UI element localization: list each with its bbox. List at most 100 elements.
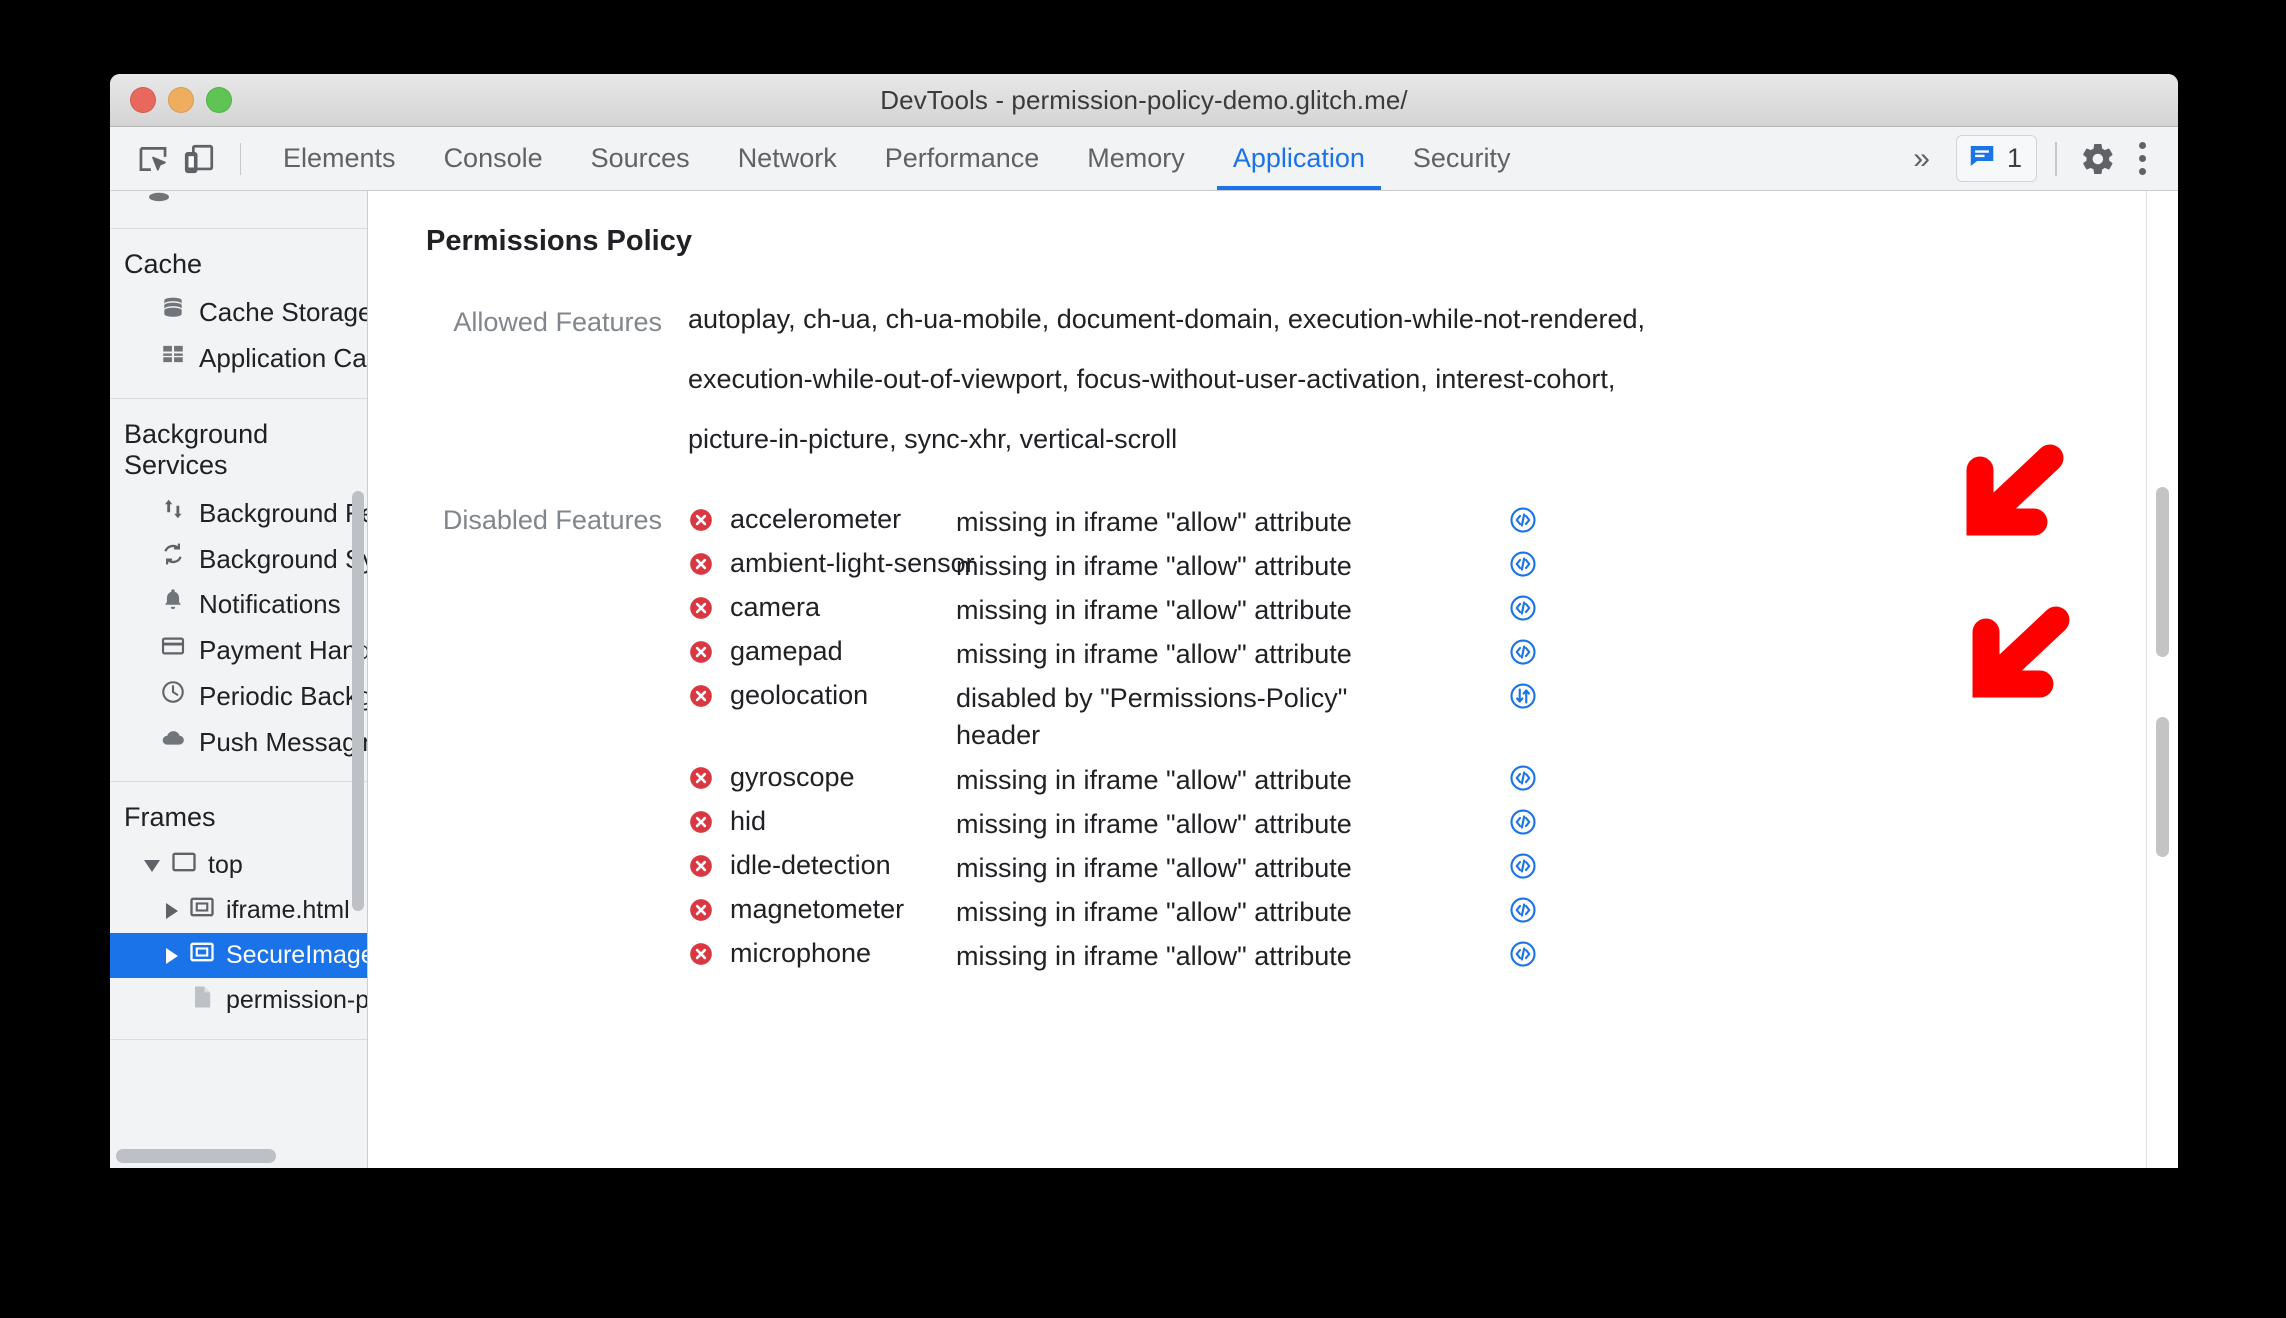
code-icon[interactable] (1508, 938, 1538, 974)
tab-performance[interactable]: Performance (861, 127, 1064, 190)
tab-security[interactable]: Security (1389, 127, 1535, 190)
frame-tree-item-iframe-html[interactable]: iframe.html (110, 888, 367, 933)
inspect-element-icon[interactable] (130, 136, 176, 182)
tab-memory[interactable]: Memory (1063, 127, 1209, 190)
chevron-right-icon[interactable] (166, 947, 178, 964)
code-icon[interactable] (1508, 806, 1538, 842)
database-icon (160, 295, 186, 331)
message-icon (1967, 141, 1997, 176)
error-circle-icon (688, 507, 714, 533)
more-tabs-icon[interactable]: » (1899, 142, 1940, 176)
sidebar-item-cache-storage[interactable]: Cache Storage (110, 290, 367, 336)
feature-name: accelerometer (730, 504, 902, 534)
table-row: geolocation disabled by "Permissions-Pol… (688, 680, 1538, 762)
code-icon[interactable] (1508, 636, 1538, 672)
table-row: ambient-light-sensor missing in iframe "… (688, 548, 1538, 592)
panel-tabs: Elements Console Sources Network Perform… (259, 127, 1534, 190)
sidebar-group-cache: Cache Cache Storage Application Ca (110, 229, 367, 399)
allowed-features-label: Allowed Features (453, 307, 662, 337)
frame-label: iframe.html (226, 896, 350, 924)
sidebar-item-application-cache[interactable]: Application Cache (110, 336, 367, 382)
tab-network[interactable]: Network (714, 127, 861, 190)
feature-name-cell: geolocation (688, 680, 956, 711)
error-circle-icon (688, 809, 714, 835)
frame-tree-item-top[interactable]: top (110, 843, 367, 888)
device-toolbar-icon[interactable] (176, 136, 222, 182)
error-circle-icon (688, 765, 714, 791)
feature-name: magnetometer (730, 894, 905, 924)
error-circle-icon (688, 683, 714, 709)
toolbar-divider-2 (2055, 141, 2057, 176)
toolbar-divider (240, 142, 241, 175)
network-header-icon[interactable] (1508, 680, 1538, 716)
feature-reason: missing in iframe "allow" attribute (956, 897, 1352, 927)
sidebar-item-background-sync[interactable]: Background Sync (110, 536, 367, 582)
sidebar-item-label: Background Fetch (199, 497, 367, 528)
code-icon[interactable] (1508, 548, 1538, 584)
chevron-down-icon[interactable] (144, 859, 160, 872)
feature-name: ambient-light-sensor (730, 548, 975, 578)
sidebar-group-background-services: Background Services Background Fetch (110, 399, 367, 782)
frame-tree-item-secureimage[interactable]: SecureImage (110, 933, 367, 978)
panel-vertical-scrollbar[interactable] (2156, 487, 2169, 657)
table-row: idle-detection missing in iframe "allow"… (688, 850, 1538, 894)
feature-name-cell: ambient-light-sensor (688, 548, 975, 579)
frame-tree-item-permission-policy[interactable]: permission-policy (110, 978, 367, 1023)
sidebar-item-periodic-background-sync[interactable]: Periodic Backgroun (110, 674, 367, 720)
sidebar-item-label: Payment Handler (199, 635, 367, 666)
tab-elements[interactable]: Elements (259, 127, 420, 190)
error-circle-icon (688, 595, 714, 621)
sidebar-item-label: Push Messaging (199, 726, 367, 757)
feature-name-cell: camera (688, 592, 956, 623)
table-row: accelerometer missing in iframe "allow" … (688, 504, 1538, 548)
error-circle-icon (688, 941, 714, 967)
feature-reason: disabled by "Permissions-Policy" header (956, 683, 1348, 751)
code-icon[interactable] (1508, 850, 1538, 886)
sidebar-item-push-messaging[interactable]: Push Messaging (110, 719, 367, 765)
grid-icon (160, 341, 186, 377)
sync-icon (160, 541, 186, 577)
tab-console[interactable]: Console (420, 127, 567, 190)
panel-vertical-scrollbar-secondary[interactable] (2156, 717, 2169, 857)
sidebar-vertical-scrollbar[interactable] (352, 491, 364, 911)
sidebar-horizontal-scrollbar[interactable] (116, 1149, 276, 1163)
sidebar-group-header: Frames (124, 802, 216, 832)
kebab-menu-icon[interactable] (2127, 142, 2162, 175)
tab-application[interactable]: Application (1209, 127, 1389, 190)
cloud-icon (160, 724, 186, 760)
feature-name-cell: magnetometer (688, 894, 956, 925)
sidebar-scroll-area[interactable]: Cache Cache Storage Application Ca Backg… (110, 191, 367, 1144)
feature-name: gyroscope (730, 762, 855, 792)
sidebar-item-background-fetch[interactable]: Background Fetch (110, 491, 367, 537)
error-circle-icon (688, 853, 714, 879)
feature-reason: missing in iframe "allow" attribute (956, 809, 1352, 839)
code-icon[interactable] (1508, 894, 1538, 930)
feature-reason: missing in iframe "allow" attribute (956, 765, 1352, 795)
feature-name-cell: accelerometer (688, 504, 956, 535)
credit-card-icon (160, 633, 186, 669)
table-row: camera missing in iframe "allow" attribu… (688, 592, 1538, 636)
gear-icon[interactable] (2075, 136, 2121, 182)
code-icon[interactable] (1508, 762, 1538, 798)
table-row: magnetometer missing in iframe "allow" a… (688, 894, 1538, 938)
sidebar-item-label: Cache Storage (199, 297, 367, 328)
feature-name: microphone (730, 938, 872, 968)
feature-reason: missing in iframe "allow" attribute (956, 551, 1352, 581)
feature-name-cell: hid (688, 806, 956, 837)
messages-button[interactable]: 1 (1955, 135, 2037, 182)
code-icon[interactable] (1508, 592, 1538, 628)
frame-label: top (208, 851, 243, 879)
iframe-icon (188, 893, 216, 928)
sidebar-group-header: Cache (124, 249, 203, 279)
feature-name-cell: microphone (688, 938, 956, 969)
tab-sources[interactable]: Sources (567, 127, 714, 190)
sidebar-item-notifications[interactable]: Notifications (110, 582, 367, 628)
tab-label: Application (1232, 143, 1365, 173)
feature-name: idle-detection (730, 850, 891, 880)
sidebar-item-payment-handler[interactable]: Payment Handler (110, 628, 367, 674)
screenshot-root: DevTools - permission-policy-demo.glitch… (0, 0, 2286, 1318)
table-row: microphone missing in iframe "allow" att… (688, 938, 1538, 982)
chevron-right-icon[interactable] (166, 902, 178, 919)
code-icon[interactable] (1508, 504, 1538, 540)
feature-name: camera (730, 592, 821, 622)
